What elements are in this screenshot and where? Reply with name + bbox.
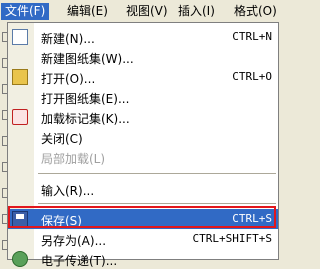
etransmit-icon: [12, 251, 28, 267]
menu-item-new[interactable]: 新建(N)... CTRL+N: [8, 27, 278, 47]
menu-item-close[interactable]: 关闭(C): [8, 127, 278, 147]
menu-item-shortcut: CTRL+O: [232, 70, 272, 83]
menu-item-label: 另存为(A)...: [41, 234, 107, 248]
menu-item-shortcut: CTRL+SHIFT+S: [192, 232, 272, 245]
save-icon: [12, 211, 28, 227]
menu-item-label: 保存(S): [41, 214, 82, 228]
menu-item-shortcut: CTRL+N: [232, 30, 272, 43]
menu-item-label: 关闭(C): [41, 132, 83, 146]
menu-item-save[interactable]: 保存(S) CTRL+S: [8, 209, 278, 229]
menu-item-load-markup-set[interactable]: 加载标记集(K)...: [8, 107, 278, 127]
menu-insert[interactable]: 插入(I): [174, 3, 219, 20]
menu-item-label: 电子传递(T)...: [41, 254, 118, 268]
menu-item-partial-load: 局部加载(L): [8, 147, 278, 167]
menu-view[interactable]: 视图(V): [122, 3, 172, 20]
menu-item-label: 新建(N)...: [41, 32, 95, 46]
markup-icon: [12, 109, 28, 125]
menu-separator: [38, 173, 276, 174]
menu-item-open-sheet-set[interactable]: 打开图纸集(E)...: [8, 87, 278, 107]
menu-separator: [38, 203, 276, 204]
menu-item-label: 打开图纸集(E)...: [41, 92, 130, 106]
menu-item-save-as[interactable]: 另存为(A)... CTRL+SHIFT+S: [8, 229, 278, 249]
menu-bar: 文件(F) 编辑(E) 视图(V) 插入(I) 格式(O): [0, 0, 279, 22]
menu-item-label: 输入(R)...: [41, 184, 95, 198]
menu-format[interactable]: 格式(O): [230, 3, 281, 20]
menu-item-open[interactable]: 打开(O)... CTRL+O: [8, 67, 278, 87]
menu-file[interactable]: 文件(F): [1, 3, 50, 20]
open-folder-icon: [12, 69, 28, 85]
menu-item-etransmit[interactable]: 电子传递(T)...: [8, 249, 278, 269]
menu-item-new-sheet-set[interactable]: 新建图纸集(W)...: [8, 47, 278, 67]
menu-item-label: 打开(O)...: [41, 72, 96, 86]
menu-item-import[interactable]: 输入(R)...: [8, 179, 278, 199]
menu-edit[interactable]: 编辑(E): [63, 3, 112, 20]
menu-item-label: 局部加载(L): [41, 152, 106, 166]
menu-item-label: 加载标记集(K)...: [41, 112, 130, 126]
file-dropdown-menu: 新建(N)... CTRL+N 新建图纸集(W)... 打开(O)... CTR…: [7, 22, 279, 268]
new-file-icon: [12, 29, 28, 45]
menu-item-shortcut: CTRL+S: [232, 212, 272, 225]
menu-item-label: 新建图纸集(W)...: [41, 52, 134, 66]
